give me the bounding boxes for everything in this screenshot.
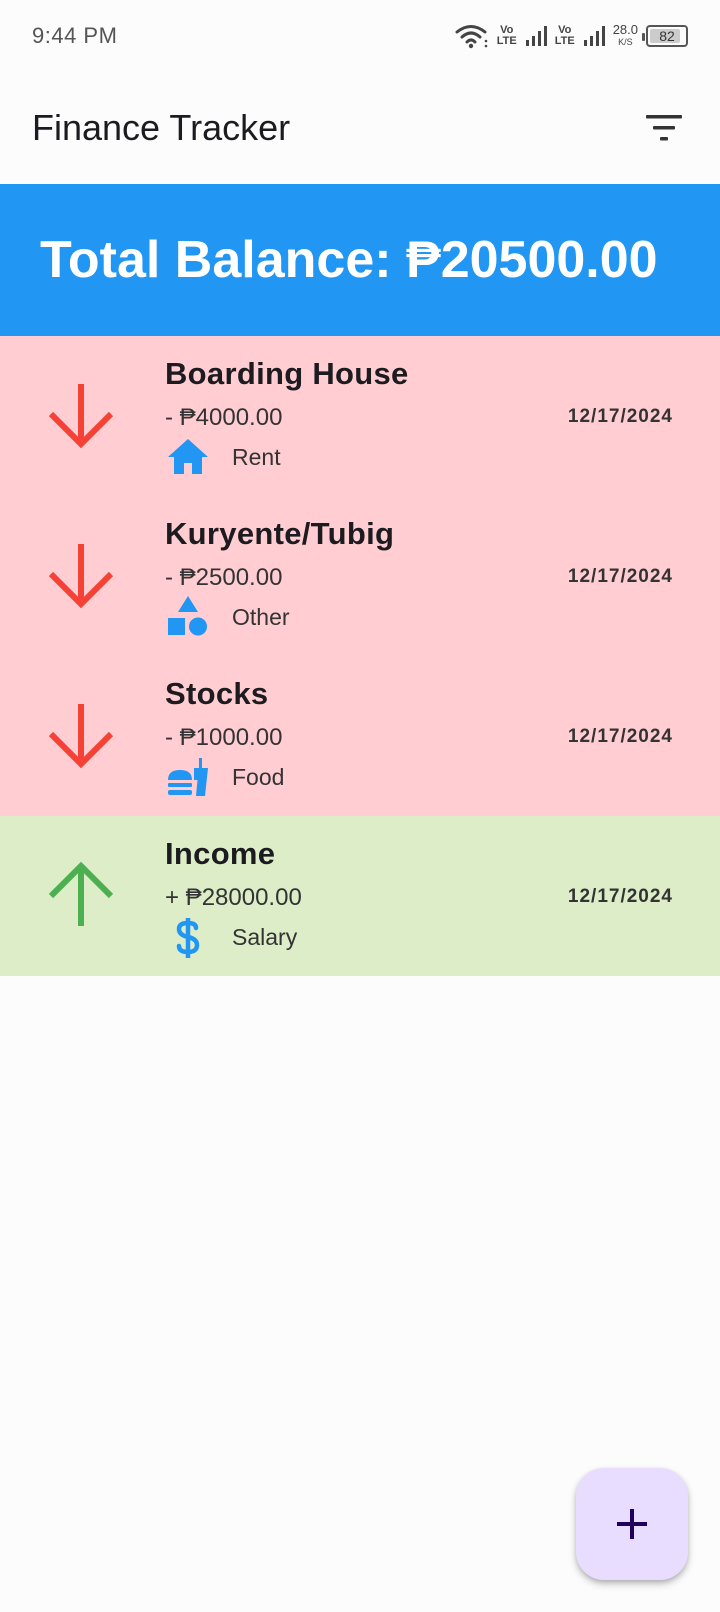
status-bar: 9:44 PM Vo LTE Vo LTE 28.0 K/S 82 [0, 0, 720, 72]
transaction-item[interactable]: Stocks - ₱1000.00 12/17/2024 Food [0, 656, 720, 816]
wifi-icon [455, 23, 489, 49]
battery-level: 82 [659, 28, 675, 44]
transaction-amount: + ₱28000.00 [165, 884, 302, 911]
transaction-date: 12/17/2024 [567, 886, 673, 907]
dollar-icon [176, 918, 200, 958]
transaction-item[interactable]: Kuryente/Tubig - ₱2500.00 12/17/2024 Oth… [0, 496, 720, 656]
shapes-icon [168, 596, 207, 636]
arrow-down-icon [48, 704, 114, 769]
transaction-amount: - ₱1000.00 [165, 724, 283, 751]
filter-icon [646, 115, 682, 141]
transaction-category: Rent [232, 444, 281, 470]
transaction-title: Boarding House [165, 356, 409, 391]
arrow-down-icon [48, 384, 114, 449]
transaction-title: Kuryente/Tubig [165, 516, 395, 551]
transaction-amount: - ₱2500.00 [165, 564, 283, 591]
fastfood-icon [168, 758, 208, 796]
transaction-category: Salary [232, 924, 298, 950]
arrow-up-icon [48, 861, 114, 926]
transaction-amount: - ₱4000.00 [165, 404, 283, 431]
screen: 9:44 PM Vo LTE Vo LTE 28.0 K/S 82 Financ… [0, 0, 720, 1612]
balance-banner: Total Balance: ₱20500.00 [0, 184, 720, 336]
network-type-1: Vo LTE [496, 24, 517, 47]
status-time: 9:44 PM [32, 23, 118, 48]
status-icons: Vo LTE Vo LTE 28.0 K/S 82 [455, 23, 688, 49]
transaction-item[interactable]: Boarding House - ₱4000.00 12/17/2024 Ren… [0, 336, 720, 496]
transaction-item[interactable]: Income + ₱28000.00 12/17/2024 Salary [0, 816, 720, 976]
battery-icon: 82 [642, 25, 688, 47]
transaction-title: Income [165, 836, 276, 871]
transaction-date: 12/17/2024 [567, 566, 673, 587]
signal-icon [525, 25, 547, 47]
total-balance: Total Balance: ₱20500.00 [40, 231, 658, 289]
add-transaction-button[interactable] [576, 1468, 688, 1580]
network-speed: 28.0 K/S [612, 22, 638, 47]
transaction-date: 12/17/2024 [567, 726, 673, 747]
add-icon [617, 1509, 647, 1539]
transaction-category: Food [232, 764, 285, 790]
signal-icon [583, 25, 605, 47]
transaction-category: Other [232, 604, 290, 630]
network-type-2: Vo LTE [554, 24, 575, 47]
app-title: Finance Tracker [32, 107, 291, 148]
filter-button[interactable] [640, 104, 688, 152]
transaction-list: Boarding House - ₱4000.00 12/17/2024 Ren… [0, 336, 720, 976]
transaction-date: 12/17/2024 [567, 406, 673, 427]
home-icon [168, 439, 208, 474]
transaction-title: Stocks [165, 676, 269, 711]
app-bar: Finance Tracker [0, 72, 720, 184]
arrow-down-icon [48, 544, 114, 609]
